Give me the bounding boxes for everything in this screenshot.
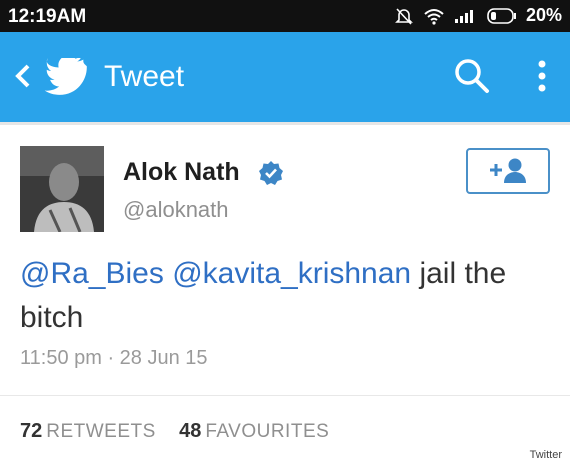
app-bar: Tweet xyxy=(0,32,570,122)
battery-icon xyxy=(487,7,516,24)
mention-link[interactable]: @Ra_Bies xyxy=(20,257,164,290)
image-credit: Twitter xyxy=(529,449,562,461)
status-time: 12:19AM xyxy=(8,6,87,27)
wifi-icon xyxy=(424,8,444,25)
tweet-text: @Ra_Bies @kavita_krishnan jail the bitch xyxy=(20,252,555,340)
twitter-bird-icon xyxy=(44,58,87,95)
divider xyxy=(0,395,570,396)
status-bar: 12:19AM 20% xyxy=(0,0,570,32)
retweets-label[interactable]: RETWEETS xyxy=(46,421,156,442)
author-name[interactable]: Alok Nath xyxy=(123,158,240,187)
retweets-count[interactable]: 72 xyxy=(20,420,42,442)
signal-icon xyxy=(454,9,473,23)
battery-percent: 20% xyxy=(525,5,562,25)
verified-badge-icon xyxy=(259,161,283,185)
tweet-timestamp: 11:50 pm · 28 Jun 15 xyxy=(20,347,208,369)
status-icons: 20% xyxy=(394,5,562,26)
favourites-label[interactable]: FAVOURITES xyxy=(205,421,329,442)
add-user-icon xyxy=(490,158,526,183)
favourites-count[interactable]: 48 xyxy=(179,420,201,442)
author-handle: @aloknath xyxy=(123,197,229,222)
muted-bell-icon xyxy=(395,7,413,25)
overflow-menu-icon[interactable] xyxy=(532,54,552,98)
avatar[interactable] xyxy=(20,146,104,232)
mention-link[interactable]: @kavita_krishnan xyxy=(172,257,411,290)
page-title: Tweet xyxy=(104,60,185,93)
divider xyxy=(0,122,570,125)
tweet-stats: 72 RETWEETS 48 FAVOURITES xyxy=(20,420,347,443)
back-chevron-icon[interactable] xyxy=(8,54,38,98)
search-icon[interactable] xyxy=(452,56,492,96)
follow-button[interactable] xyxy=(466,148,550,194)
